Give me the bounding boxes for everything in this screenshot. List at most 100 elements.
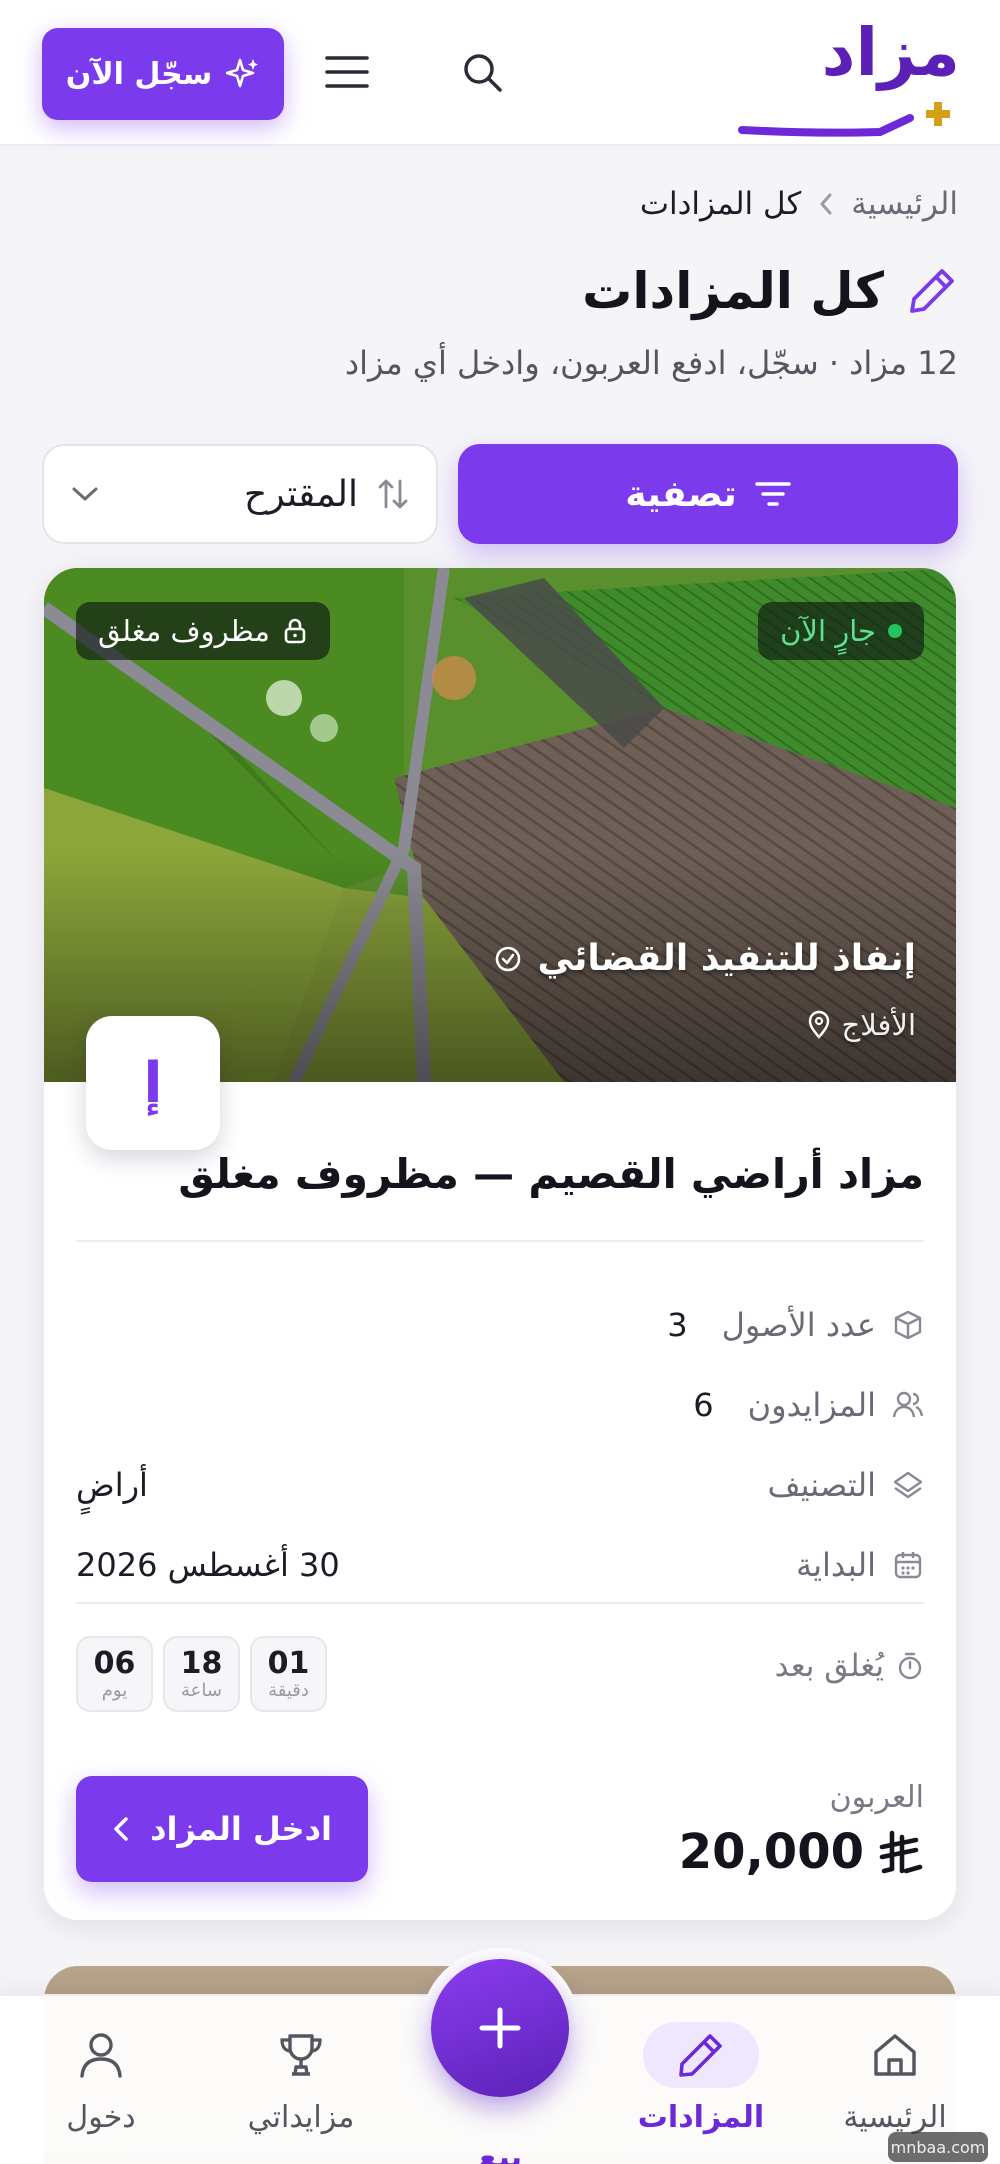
nav-login-label: دخول: [66, 2100, 136, 2135]
brand-logo[interactable]: مزاد: [730, 20, 960, 137]
filter-icon: [755, 482, 791, 506]
start-key: البداية: [796, 1546, 924, 1584]
nav-home-label: الرئيسية: [843, 2100, 947, 2135]
nav-login[interactable]: دخول: [16, 2022, 186, 2152]
breadcrumb: الرئيسية كل المزادات: [640, 186, 958, 222]
location-pin-icon: [808, 1010, 829, 1039]
category-icon: [893, 1471, 923, 1499]
nav-my-bids[interactable]: مزايداتي: [216, 2022, 386, 2152]
assets-row: عدد الأصول 3: [76, 1300, 924, 1350]
search-button[interactable]: [460, 50, 504, 94]
assets-label: عدد الأصول: [721, 1306, 876, 1344]
enter-auction-button[interactable]: ادخل المزاد: [76, 1776, 368, 1882]
nav-auctions-label: المزادات: [637, 2100, 765, 2135]
status-badge: جارٍ الآن: [758, 602, 924, 660]
gavel-icon: [679, 2034, 722, 2077]
countdown-days-value: 06: [93, 1646, 136, 1681]
cube-icon: [894, 1310, 922, 1340]
sort-label: المقترح: [244, 473, 358, 515]
breadcrumb-home[interactable]: الرئيسية: [851, 186, 958, 222]
top-header: مزاد سجّل الآن: [0, 0, 1000, 146]
auction-location: الأفلاج: [806, 1008, 916, 1042]
sort-icon: [378, 479, 408, 509]
start-row: البداية 30 أغسطس 2026: [76, 1540, 924, 1590]
timer-icon: [898, 1652, 922, 1680]
category-value: أراضٍ: [76, 1466, 148, 1504]
status-badge-label: جارٍ الآن: [780, 614, 876, 648]
type-badge: مظروف مغلق: [76, 602, 330, 660]
menu-icon: [325, 56, 369, 88]
countdown-timer: 06 يوم 18 ساعة 01 دقيقة: [76, 1636, 327, 1712]
countdown-days: 06 يوم: [76, 1636, 153, 1712]
page-subtitle: 12 مزاد · سجّل، ادفع العربون، وادخل أي م…: [344, 344, 958, 382]
assets-key: عدد الأصول: [722, 1306, 924, 1344]
plus-icon: [479, 2007, 521, 2049]
closes-label-text: يُغلق بعد: [774, 1648, 884, 1684]
bidders-row: المزايدون 6: [76, 1380, 924, 1430]
sort-select[interactable]: المقترح: [42, 444, 438, 544]
auction-card[interactable]: جارٍ الآن مظروف مغلق إنفاذ للتنفيذ القضا…: [44, 568, 956, 1920]
closes-label: يُغلق بعد: [775, 1648, 924, 1684]
category-label: التصنيف: [767, 1466, 876, 1504]
user-icon: [80, 2033, 122, 2078]
verified-icon: [496, 946, 521, 971]
bidders-key: المزايدون: [748, 1386, 924, 1424]
chevron-down-icon: [72, 487, 98, 501]
filter-label: تصفية: [625, 473, 737, 515]
page-title-row: كل المزادات: [582, 262, 958, 320]
countdown-minutes-unit: دقيقة: [268, 1680, 309, 1701]
deposit-amount: 20,000: [679, 1824, 924, 1880]
countdown-minutes-value: 01: [267, 1646, 310, 1681]
register-label: سجّل الآن: [65, 56, 213, 92]
card-divider: [76, 1602, 924, 1604]
register-button[interactable]: سجّل الآن: [42, 28, 284, 120]
sparkle-icon: [226, 58, 259, 88]
deposit-value: 20,000: [678, 1824, 864, 1880]
start-label: البداية: [795, 1546, 876, 1584]
users-icon: [892, 1391, 924, 1418]
deposit-label: العربون: [829, 1780, 924, 1815]
countdown-hours-value: 18: [180, 1646, 223, 1681]
countdown-minutes: 01 دقيقة: [250, 1636, 327, 1712]
nav-home-icon-wrap: [837, 2022, 953, 2088]
chevron-left-icon: [820, 193, 832, 215]
type-badge-label: مظروف مغلق: [98, 614, 270, 648]
filter-button[interactable]: تصفية: [458, 444, 958, 544]
sell-label: بيع: [477, 2140, 522, 2164]
live-dot-icon: [888, 624, 902, 638]
watermark: mnbaa.com: [888, 2132, 988, 2162]
nav-auctions-icon-wrap: [643, 2022, 759, 2088]
assets-value: 3: [667, 1306, 688, 1344]
auction-title[interactable]: مزاد أراضي القصيم — مظروف مغلق: [178, 1150, 924, 1198]
nav-my-bids-icon-wrap: [243, 2022, 359, 2088]
seller-name[interactable]: إنفاذ للتنفيذ القضائي: [493, 938, 916, 979]
bidders-value: 6: [693, 1386, 714, 1424]
category-row: التصنيف أراضٍ: [76, 1460, 924, 1510]
lock-icon: [284, 618, 306, 644]
seller-logo[interactable]: إ: [86, 1016, 220, 1150]
riyal-icon: [879, 1830, 923, 1874]
logo-swoosh-icon: [738, 102, 950, 137]
countdown-hours-unit: ساعة: [181, 1680, 222, 1701]
home-icon: [874, 2034, 916, 2076]
nav-auctions[interactable]: المزادات: [616, 2022, 786, 2152]
countdown-hours: 18 ساعة: [163, 1636, 240, 1712]
seller-name-text: إنفاذ للتنفيذ القضائي: [537, 938, 916, 979]
countdown-days-unit: يوم: [101, 1680, 128, 1701]
breadcrumb-current: كل المزادات: [639, 186, 802, 222]
page-title: كل المزادات: [582, 262, 884, 320]
chevron-left-icon: [114, 1817, 128, 1841]
menu-button[interactable]: [324, 54, 370, 90]
location-text: الأفلاج: [841, 1008, 916, 1042]
pencil-icon: [910, 269, 954, 313]
nav-my-bids-label: مزايداتي: [247, 2100, 355, 2135]
card-divider: [76, 1240, 924, 1242]
enter-auction-label: ادخل المزاد: [150, 1810, 332, 1848]
category-key: التصنيف: [768, 1466, 924, 1504]
trophy-icon: [280, 2034, 322, 2076]
sell-button[interactable]: [431, 1959, 569, 2097]
bidders-label: المزايدون: [747, 1386, 876, 1424]
calendar-icon: [894, 1552, 922, 1579]
nav-login-icon-wrap: [43, 2022, 159, 2088]
search-icon: [464, 54, 502, 92]
